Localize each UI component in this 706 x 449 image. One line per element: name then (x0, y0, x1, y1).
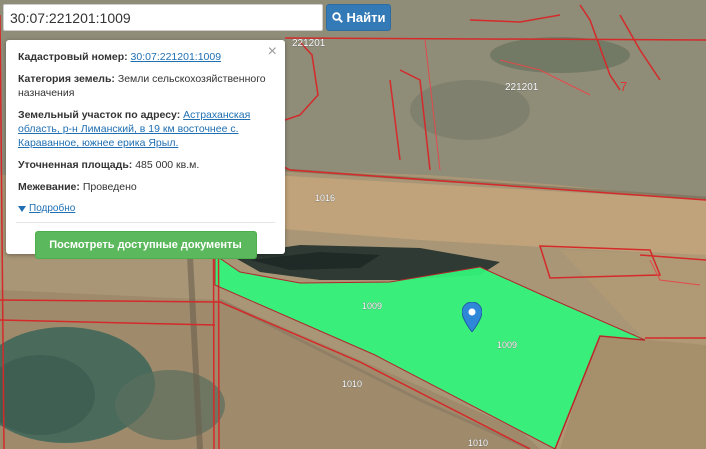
close-icon[interactable]: × (268, 44, 277, 60)
map-label-road-1010-b: 1010 (468, 438, 488, 448)
survey-row: Межевание: Проведено (18, 180, 273, 194)
area-value: 485 000 кв.м. (135, 159, 200, 171)
parcel-info-popup: × Кадастровый номер: 30:07:221201:1009 К… (6, 40, 285, 259)
map-label-road-1016: 1016 (315, 193, 335, 203)
map-label-parcel-1009-a: 1009 (362, 301, 382, 311)
search-box (3, 4, 323, 31)
location-pin-icon[interactable] (462, 302, 482, 332)
category-label: Категория земель: (18, 73, 115, 85)
popup-divider (16, 222, 275, 223)
details-toggle[interactable]: Подробно (18, 202, 75, 216)
area-label: Уточненная площадь: (18, 159, 133, 171)
map-label-plot-7: 7 (620, 79, 627, 94)
search-icon (331, 12, 343, 23)
category-row: Категория земель: Земли сельскохозяйстве… (18, 72, 273, 100)
details-label: Подробно (29, 203, 76, 214)
cadastral-row: Кадастровый номер: 30:07:221201:1009 (18, 50, 273, 64)
area-row: Уточненная площадь: 485 000 кв.м. (18, 158, 273, 172)
map-label-parcel-1009-b: 1009 (497, 340, 517, 350)
search-button-label: Найти (346, 10, 386, 25)
address-row: Земельный участок по адресу: Астраханска… (18, 108, 273, 150)
map-label-quarter-right: 221201 (505, 82, 539, 93)
cadastral-label: Кадастровый номер: (18, 51, 128, 63)
address-label: Земельный участок по адресу: (18, 109, 181, 121)
map-label-quarter-top: 221201 (292, 38, 326, 49)
view-documents-button[interactable]: Посмотреть доступные документы (34, 231, 257, 259)
map-label-road-1010-a: 1010 (342, 379, 362, 389)
survey-label: Межевание: (18, 181, 80, 193)
survey-value: Проведено (82, 181, 137, 193)
search-input[interactable] (4, 5, 322, 30)
cadastral-link[interactable]: 30:07:221201:1009 (131, 51, 222, 63)
caret-down-icon (18, 206, 26, 212)
search-button[interactable]: Найти (326, 4, 391, 31)
